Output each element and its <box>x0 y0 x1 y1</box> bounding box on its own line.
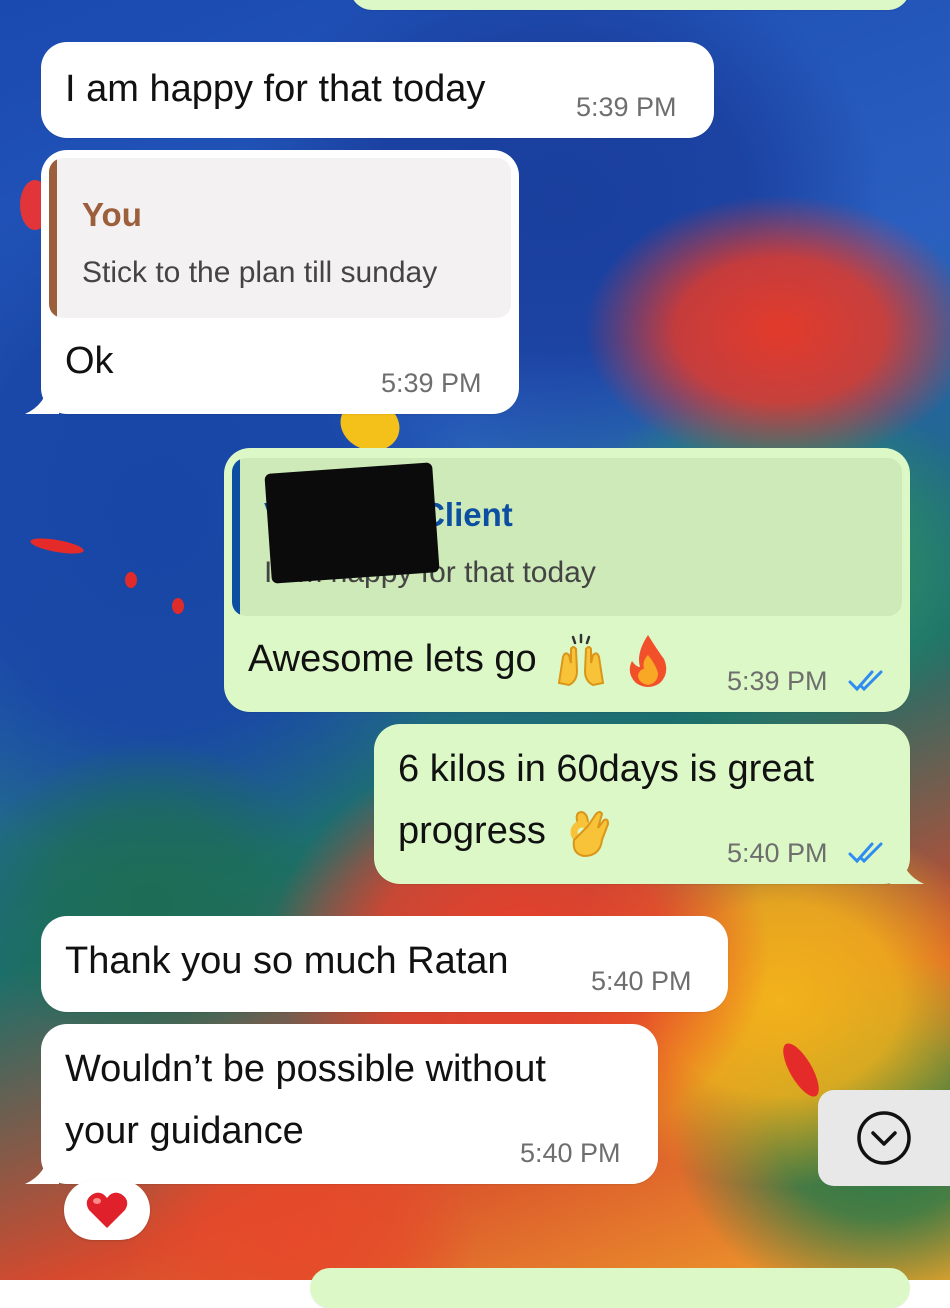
quote-author: You <box>82 196 142 233</box>
message-text: Awesome lets go <box>248 628 672 690</box>
message-bubble-incoming[interactable]: Wouldn’t be possible without your guidan… <box>41 1024 658 1184</box>
paint-stroke <box>125 572 137 588</box>
paint-stroke <box>776 1038 826 1102</box>
quote-accent-bar <box>49 158 57 318</box>
raising-hands-icon <box>558 633 605 687</box>
bubble-tail <box>25 380 59 414</box>
message-bubble-outgoing[interactable]: 6 kilos in 60days is great progress 5:40… <box>374 724 910 884</box>
message-timestamp: 5:40 PM <box>591 966 692 996</box>
message-bubble-incoming[interactable]: Thank you so much Ratan 5:40 PM <box>41 916 728 1012</box>
message-text: I am happy for that today <box>65 68 486 110</box>
message-text-line-1: Wouldn’t be possible without <box>65 1048 546 1090</box>
fire-icon <box>629 634 667 687</box>
bubble-tail <box>890 850 924 884</box>
bubble-tail <box>25 1150 59 1184</box>
ok-hand-icon <box>570 810 610 857</box>
message-timestamp: 5:39 PM <box>727 666 828 696</box>
message-reaction[interactable] <box>64 1180 150 1240</box>
message-text-content: progress <box>398 810 546 852</box>
quoted-message[interactable]: You Stick to the plan till sunday <box>49 158 511 318</box>
paint-stroke <box>172 598 184 614</box>
chevron-down-icon <box>857 1111 911 1165</box>
read-receipt-icon <box>848 670 883 692</box>
message-bubble-partial-bottom[interactable] <box>310 1268 910 1308</box>
read-receipt-icon <box>848 842 883 864</box>
heart-icon <box>86 1192 128 1228</box>
message-bubble-incoming[interactable]: I am happy for that today 5:39 PM <box>41 42 714 138</box>
message-text: Ok <box>65 340 114 382</box>
message-timestamp: 5:39 PM <box>576 92 677 122</box>
redaction-block <box>264 462 440 584</box>
message-bubble-outgoing-reply[interactable]: Vignesh - Client I am happy for that tod… <box>224 448 910 712</box>
message-text-line-1: 6 kilos in 60days is great <box>398 748 815 790</box>
message-timestamp: 5:40 PM <box>520 1138 621 1168</box>
quote-accent-bar <box>232 458 240 616</box>
message-text-line-2: progress <box>398 800 614 862</box>
message-text: Thank you so much Ratan <box>65 940 509 982</box>
quoted-message[interactable]: Vignesh - Client I am happy for that tod… <box>232 458 902 616</box>
scroll-to-bottom-button[interactable] <box>818 1090 950 1186</box>
message-bubble-incoming-reply[interactable]: You Stick to the plan till sunday Ok 5:3… <box>41 150 519 414</box>
message-text-line-2: your guidance <box>65 1110 304 1152</box>
message-text-content: Awesome lets go <box>248 638 537 680</box>
quote-text: Stick to the plan till sunday <box>82 256 438 289</box>
message-timestamp: 5:39 PM <box>381 368 482 398</box>
paint-stroke <box>29 535 85 557</box>
message-bubble-partial-top[interactable] <box>350 0 910 10</box>
message-timestamp: 5:40 PM <box>727 838 828 868</box>
